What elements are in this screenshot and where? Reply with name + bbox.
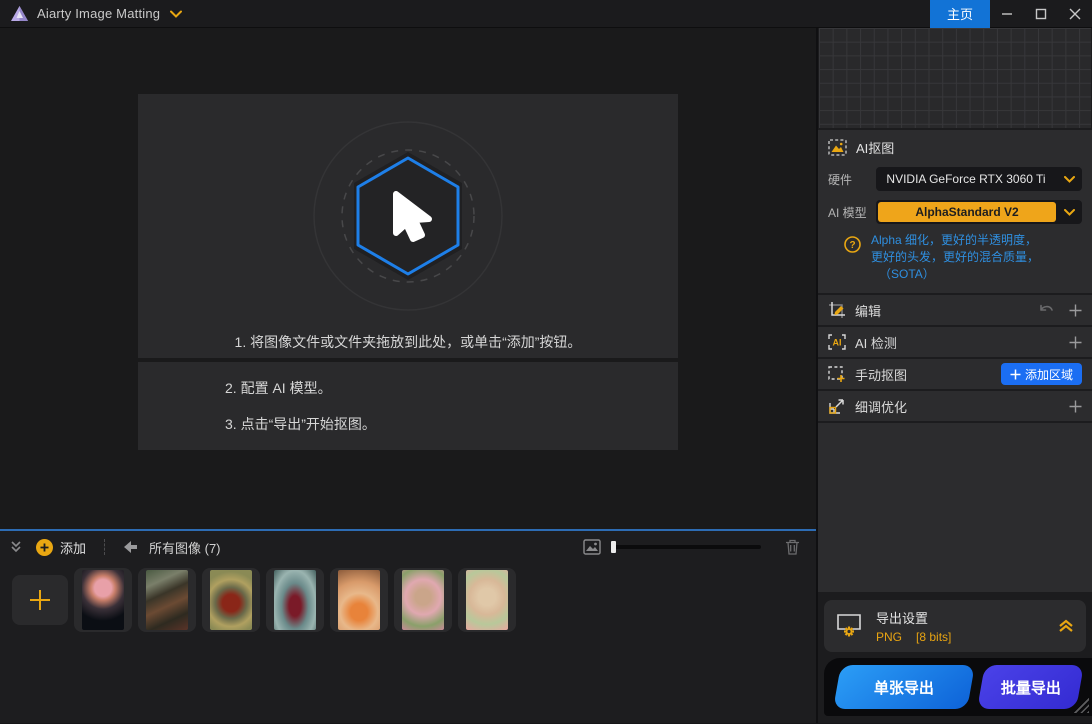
thumbnail-4[interactable] (266, 568, 324, 632)
drop-instruction-3: 3. 点击“导出”开始抠图。 (225, 414, 678, 434)
filmstrip-panel: 添加 所有图像 (7) (0, 529, 816, 723)
model-description-line2: 更好的头发，更好的混合质量，（SOTA） (871, 249, 1082, 283)
add-region-label: 添加区域 (1025, 366, 1073, 383)
drop-zone-hexagon-cursor-icon (292, 100, 524, 332)
toolbar-separator (104, 539, 105, 555)
ai-detect-title: AI 检测 (855, 333, 897, 352)
app-title: Aiarty Image Matting (37, 6, 160, 21)
slider-handle[interactable] (611, 541, 616, 553)
export-settings-title: 导出设置 (876, 608, 951, 627)
model-select[interactable]: AlphaStandard V2 (876, 200, 1082, 224)
thumbnail-2[interactable] (138, 568, 196, 632)
maximize-button[interactable] (1024, 0, 1058, 28)
sota-badge: （SOTA） (879, 267, 935, 281)
model-description-line1: Alpha 细化，更好的半透明度， (871, 232, 1082, 249)
app-menu-chevron-down-icon[interactable] (170, 10, 182, 18)
trash-icon[interactable] (785, 539, 800, 555)
add-region-button[interactable]: 添加区域 (1001, 363, 1082, 385)
add-plus-icon (36, 539, 53, 556)
thumbnail-size-icon (583, 539, 601, 555)
back-arrow-icon (123, 541, 139, 553)
hardware-select[interactable]: NVIDIA GeForce RTX 3060 Ti (876, 167, 1082, 191)
thumbnail-6-image (402, 570, 444, 630)
thumbnail-7[interactable] (458, 568, 516, 632)
thumbnail-4-image (274, 570, 316, 630)
thumbnail-1-image (82, 570, 124, 630)
collapse-export-chevrons-up-icon[interactable] (1058, 619, 1074, 633)
filmstrip-toolbar: 添加 所有图像 (7) (0, 531, 816, 563)
app-logo-icon (10, 5, 29, 22)
export-format: PNG[8 bits] (876, 630, 951, 644)
thumbnail-3-image (210, 570, 252, 630)
thumbnail-5-image (338, 570, 380, 630)
add-images-label: 添加 (60, 538, 86, 557)
single-export-button[interactable]: 单张导出 (833, 665, 975, 709)
add-image-tile[interactable] (12, 575, 68, 625)
manual-matting-section[interactable]: 手动抠图 添加区域 (818, 359, 1092, 389)
manual-matting-title: 手动抠图 (855, 365, 907, 384)
steps-panel: 2. 配置 AI 模型。 3. 点击“导出”开始抠图。 (138, 362, 678, 450)
svg-text:AI: AI (833, 338, 842, 348)
export-bits: [8 bits] (916, 630, 951, 644)
thumbnail-6[interactable] (394, 568, 452, 632)
hardware-label: 硬件 (828, 171, 876, 188)
batch-export-button[interactable]: 批量导出 (977, 665, 1084, 709)
svg-text:?: ? (849, 240, 855, 251)
export-buttons-bar: 单张导出 批量导出 (824, 658, 1092, 716)
ai-detect-section[interactable]: AI AI 检测 (818, 327, 1092, 357)
ai-matting-section: AI抠图 硬件 NVIDIA GeForce RTX 3060 Ti AI 模型… (818, 130, 1092, 293)
hardware-value: NVIDIA GeForce RTX 3060 Ti (876, 172, 1056, 186)
help-icon[interactable]: ? (844, 236, 861, 283)
model-description: Alpha 细化，更好的半透明度， 更好的头发，更好的混合质量，（SOTA） (871, 232, 1082, 283)
drop-instruction-1: 1. 将图像文件或文件夹拖放到此处，或单击“添加”按钮。 (235, 332, 582, 364)
sidebar-empty-panel (818, 423, 1092, 592)
manual-matting-icon (828, 366, 846, 383)
refine-icon (828, 398, 846, 415)
minimize-button[interactable] (990, 0, 1024, 28)
model-label: AI 模型 (828, 204, 876, 221)
refine-section[interactable]: 细调优化 (818, 391, 1092, 421)
refine-expand-plus-icon[interactable] (1069, 400, 1082, 413)
all-images-label: 所有图像 (7) (149, 538, 221, 557)
hardware-chevron-down-icon (1056, 176, 1082, 183)
thumbnail-1[interactable] (74, 568, 132, 632)
ai-matting-title: AI抠图 (856, 138, 894, 157)
filmstrip-right-tools (583, 539, 800, 555)
collapse-filmstrip-icon[interactable] (10, 540, 22, 554)
thumbnail-2-image (146, 570, 188, 630)
undo-icon[interactable] (1038, 304, 1055, 317)
ai-detect-expand-plus-icon[interactable] (1069, 336, 1082, 349)
thumbnail-3[interactable] (202, 568, 260, 632)
thumbnail-zoom-slider[interactable] (611, 545, 761, 549)
thumbnail-strip (0, 563, 816, 633)
app-window: Aiarty Image Matting 主页 (0, 0, 1092, 724)
ai-detect-icon: AI (828, 334, 846, 350)
thumbnail-5[interactable] (330, 568, 388, 632)
titlebar: Aiarty Image Matting 主页 (0, 0, 1092, 28)
add-images-button[interactable]: 添加 (36, 538, 86, 557)
canvas-area: 1. 将图像文件或文件夹拖放到此处，或单击“添加”按钮。 2. 配置 AI 模型… (0, 28, 816, 529)
export-settings-icon (836, 613, 864, 639)
drop-zone[interactable]: 1. 将图像文件或文件夹拖放到此处，或单击“添加”按钮。 (138, 94, 678, 358)
export-settings-card[interactable]: 导出设置 PNG[8 bits] (824, 600, 1086, 652)
edit-section[interactable]: 编辑 (818, 295, 1092, 325)
edit-icon (828, 301, 846, 319)
edit-title: 编辑 (855, 301, 881, 320)
thumbnail-7-image (466, 570, 508, 630)
sidebar: AI抠图 硬件 NVIDIA GeForce RTX 3060 Ti AI 模型… (816, 28, 1092, 723)
model-value: AlphaStandard V2 (878, 202, 1056, 222)
drop-instruction-2: 2. 配置 AI 模型。 (225, 378, 678, 398)
edit-expand-plus-icon[interactable] (1069, 304, 1082, 317)
home-button[interactable]: 主页 (930, 0, 990, 28)
all-images-filter[interactable]: 所有图像 (7) (123, 538, 221, 557)
ai-matting-icon (828, 139, 847, 156)
refine-title: 细调优化 (855, 397, 907, 416)
model-chevron-down-icon (1056, 209, 1082, 216)
close-button[interactable] (1058, 0, 1092, 28)
transparency-grid-preview (819, 28, 1091, 128)
workspace: 1. 将图像文件或文件夹拖放到此处，或单击“添加”按钮。 2. 配置 AI 模型… (0, 28, 816, 723)
